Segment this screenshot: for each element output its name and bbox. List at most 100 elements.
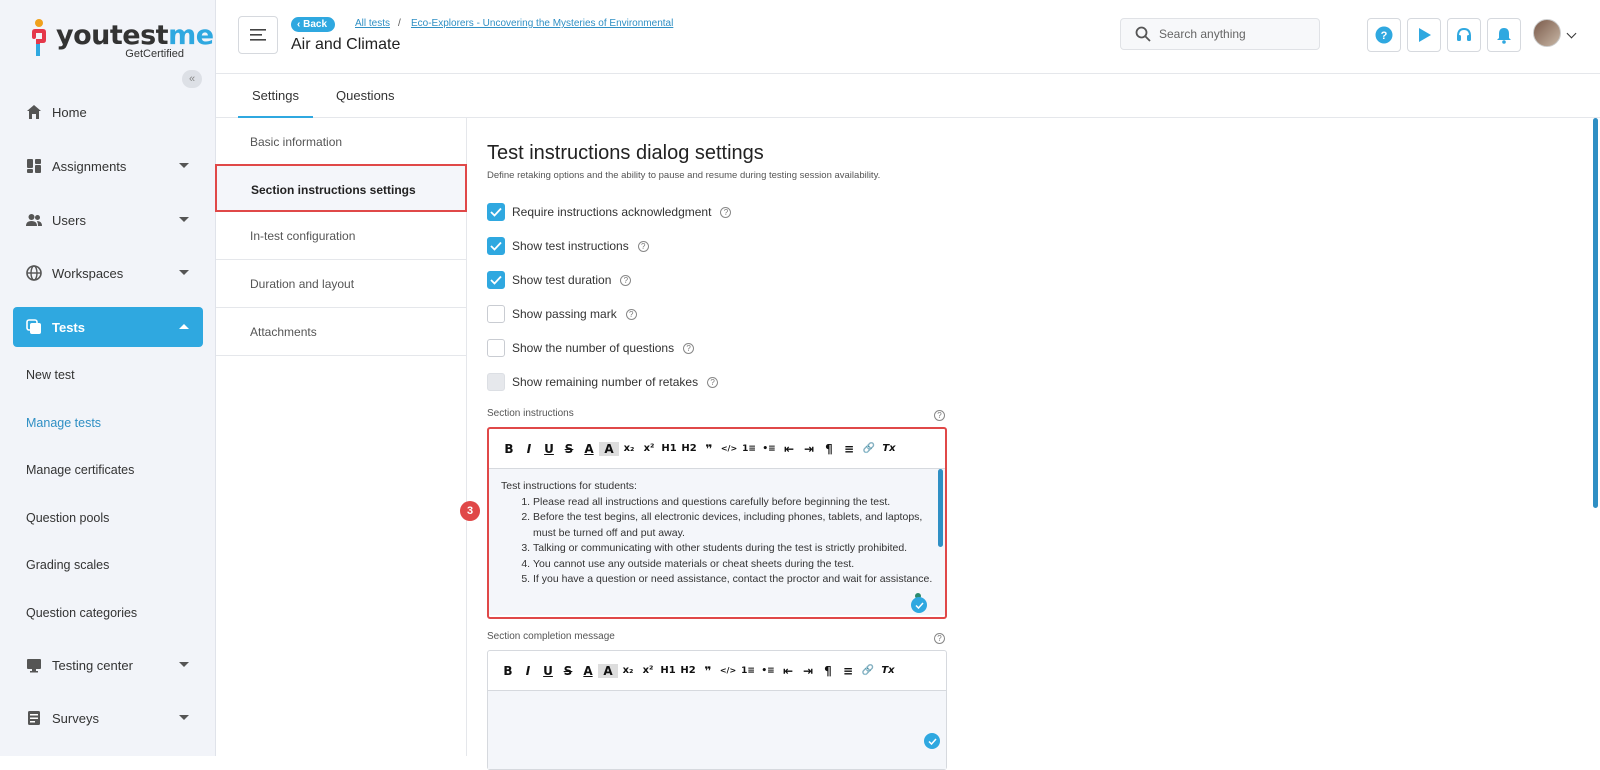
sidebar-item-tests[interactable]: Tests <box>13 307 203 347</box>
indent-icon[interactable]: ⇥ <box>799 442 819 456</box>
clear-format-icon[interactable]: Tx <box>878 665 898 676</box>
sidebar-subitem-question-categories[interactable]: Question categories <box>26 606 137 620</box>
outdent-icon[interactable]: ⇤ <box>778 664 798 678</box>
align-icon[interactable]: ≡ <box>839 442 859 456</box>
tab-settings[interactable]: Settings <box>238 74 313 118</box>
text-color-icon[interactable]: A <box>578 664 598 678</box>
quote-icon[interactable]: ❞ <box>699 442 719 456</box>
indent-icon[interactable]: ⇥ <box>798 664 818 678</box>
link-icon[interactable]: 🔗 <box>859 443 879 454</box>
completion-message-editor[interactable]: B I U S A A x₂ x² H1 H2 ❞ </> 1≡ •≡ ⇤ ⇥ … <box>487 650 947 770</box>
ordered-list-icon[interactable]: 1≡ <box>738 666 758 676</box>
strikethrough-icon[interactable]: S <box>558 664 578 678</box>
help-icon[interactable]: ? <box>620 274 632 286</box>
search-input[interactable]: Search anything <box>1120 18 1320 50</box>
paragraph-direction-icon[interactable]: ¶ <box>819 442 839 456</box>
option-require-acknowledgment[interactable]: Require instructions acknowledgment? <box>487 203 732 221</box>
outdent-icon[interactable]: ⇤ <box>779 442 799 456</box>
highlight-icon[interactable]: A <box>599 441 619 456</box>
quote-icon[interactable]: ❞ <box>698 664 718 678</box>
grammar-check-icon[interactable] <box>911 597 927 613</box>
superscript-icon[interactable]: x² <box>639 443 659 454</box>
page-scrollbar[interactable] <box>1593 118 1598 508</box>
sidebar-item-testing-center[interactable]: Testing center <box>13 645 203 685</box>
paragraph-direction-icon[interactable]: ¶ <box>818 664 838 678</box>
sidebar-item-users[interactable]: Users <box>13 200 203 240</box>
sidebar-subitem-grading-scales[interactable]: Grading scales <box>26 558 109 572</box>
bullet-list-icon[interactable]: •≡ <box>759 444 779 454</box>
ordered-list-icon[interactable]: 1≡ <box>739 444 759 454</box>
option-show-test-duration[interactable]: Show test duration? <box>487 271 632 289</box>
play-button[interactable] <box>1407 18 1441 52</box>
heading1-icon[interactable]: H1 <box>658 665 678 676</box>
avatar[interactable] <box>1533 19 1561 47</box>
strikethrough-icon[interactable]: S <box>559 442 579 456</box>
code-icon[interactable]: </> <box>718 666 738 675</box>
sidebar-item-home[interactable]: Home <box>13 92 203 132</box>
heading2-icon[interactable]: H2 <box>678 665 698 676</box>
link-icon[interactable]: 🔗 <box>858 665 878 676</box>
sidebar-subitem-manage-certificates[interactable]: Manage certificates <box>26 463 134 477</box>
sidebar-item-surveys[interactable]: Surveys <box>13 698 203 738</box>
logo[interactable]: youtestme GetCertified <box>28 16 214 60</box>
tab-questions[interactable]: Questions <box>322 74 409 118</box>
sidebar-subitem-manage-tests[interactable]: Manage tests <box>26 416 101 430</box>
bold-icon[interactable]: B <box>498 664 518 678</box>
notifications-button[interactable] <box>1487 18 1521 52</box>
highlight-icon[interactable]: A <box>598 663 618 678</box>
sidebar-item-assignments[interactable]: Assignments <box>13 146 203 186</box>
checkbox[interactable] <box>487 305 505 323</box>
support-button[interactable] <box>1447 18 1481 52</box>
code-icon[interactable]: </> <box>719 444 739 453</box>
subscript-icon[interactable]: x₂ <box>619 443 639 454</box>
editor-content[interactable]: Test instructions for students: Please r… <box>489 469 945 615</box>
subnav-attachments[interactable]: Attachments <box>216 308 466 356</box>
breadcrumb-test[interactable]: Eco-Explorers - Uncovering the Mysteries… <box>411 18 673 29</box>
help-icon[interactable]: ? <box>934 410 945 421</box>
checkbox[interactable] <box>487 339 505 357</box>
option-show-passing-mark[interactable]: Show passing mark? <box>487 305 637 323</box>
checkbox[interactable] <box>487 203 505 221</box>
back-button[interactable]: ‹ Back <box>291 17 336 32</box>
breadcrumb-all-tests[interactable]: All tests <box>355 18 390 29</box>
checkbox[interactable] <box>487 271 505 289</box>
editor-scrollbar[interactable] <box>938 469 943 547</box>
subnav-section-instructions-settings[interactable]: Section instructions settings <box>215 164 467 212</box>
editor-content[interactable] <box>488 691 946 769</box>
help-icon[interactable]: ? <box>637 240 649 252</box>
sidebar-subitem-question-pools[interactable]: Question pools <box>26 511 109 525</box>
underline-icon[interactable]: U <box>538 664 558 678</box>
section-instructions-editor[interactable]: B I U S A A x₂ x² H1 H2 ❞ </> 1≡ •≡ ⇤ ⇥ … <box>487 427 947 619</box>
option-show-test-instructions[interactable]: Show test instructions? <box>487 237 649 255</box>
option-show-number-of-questions[interactable]: Show the number of questions? <box>487 339 695 357</box>
subnav-duration-and-layout[interactable]: Duration and layout <box>216 260 466 308</box>
italic-icon[interactable]: I <box>519 442 539 456</box>
subscript-icon[interactable]: x₂ <box>618 665 638 676</box>
italic-icon[interactable]: I <box>518 664 538 678</box>
collapse-sidebar-button[interactable]: « <box>182 70 202 88</box>
bold-icon[interactable]: B <box>499 442 519 456</box>
chevron-down-icon[interactable] <box>1566 28 1577 39</box>
checkbox[interactable] <box>487 237 505 255</box>
sidebar-item-workspaces[interactable]: Workspaces <box>13 253 203 293</box>
heading1-icon[interactable]: H1 <box>659 443 679 454</box>
sidebar-subitem-new-test[interactable]: New test <box>26 368 75 382</box>
superscript-icon[interactable]: x² <box>638 665 658 676</box>
help-icon[interactable]: ? <box>625 308 637 320</box>
underline-icon[interactable]: U <box>539 442 559 456</box>
help-button[interactable]: ? <box>1367 18 1401 52</box>
help-icon[interactable]: ? <box>707 376 719 388</box>
help-icon[interactable]: ? <box>934 633 945 644</box>
clear-format-icon[interactable]: Tx <box>879 443 899 454</box>
subnav-basic-information[interactable]: Basic information <box>216 118 466 166</box>
text-color-icon[interactable]: A <box>579 442 599 456</box>
bullet-list-icon[interactable]: •≡ <box>758 666 778 676</box>
subnav-in-test-configuration[interactable]: In-test configuration <box>216 212 466 260</box>
align-icon[interactable]: ≡ <box>838 664 858 678</box>
help-icon[interactable]: ? <box>683 342 695 354</box>
help-icon[interactable]: ? <box>720 206 732 218</box>
grammar-check-icon[interactable] <box>924 733 940 749</box>
users-icon <box>26 214 42 226</box>
menu-button[interactable] <box>238 16 278 54</box>
heading2-icon[interactable]: H2 <box>679 443 699 454</box>
